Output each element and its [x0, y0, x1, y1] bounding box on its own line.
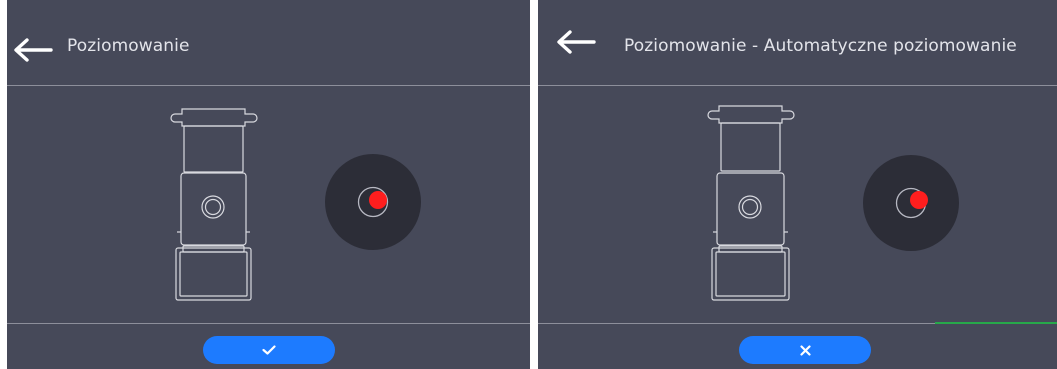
close-icon [799, 344, 811, 356]
page-title: Poziomowanie - Automatyczne poziomowanie [624, 36, 1017, 56]
progress-indicator [935, 322, 1057, 324]
footer-divider [7, 323, 530, 324]
auto-leveling-screen: Poziomowanie - Automatyczne poziomowanie [538, 0, 1057, 369]
level-bubble [910, 191, 928, 209]
header: Poziomowanie - Automatyczne poziomowanie [538, 0, 1057, 85]
page-title: Poziomowanie [67, 36, 190, 56]
header-divider [538, 85, 1057, 86]
arrow-left-icon [557, 30, 596, 54]
header: Poziomowanie [7, 0, 530, 85]
back-button[interactable] [7, 28, 65, 72]
header-divider [7, 85, 530, 86]
arrow-left-icon [14, 38, 53, 62]
balance-illustration [707, 105, 795, 301]
level-indicator [863, 155, 959, 251]
level-indicator [325, 154, 421, 250]
confirm-button[interactable] [203, 336, 335, 364]
balance-illustration [170, 108, 258, 301]
cancel-button[interactable] [739, 336, 871, 364]
back-button[interactable] [538, 28, 596, 72]
leveling-screen: Poziomowanie [7, 0, 530, 369]
check-icon [262, 345, 276, 355]
level-bubble [369, 191, 387, 209]
